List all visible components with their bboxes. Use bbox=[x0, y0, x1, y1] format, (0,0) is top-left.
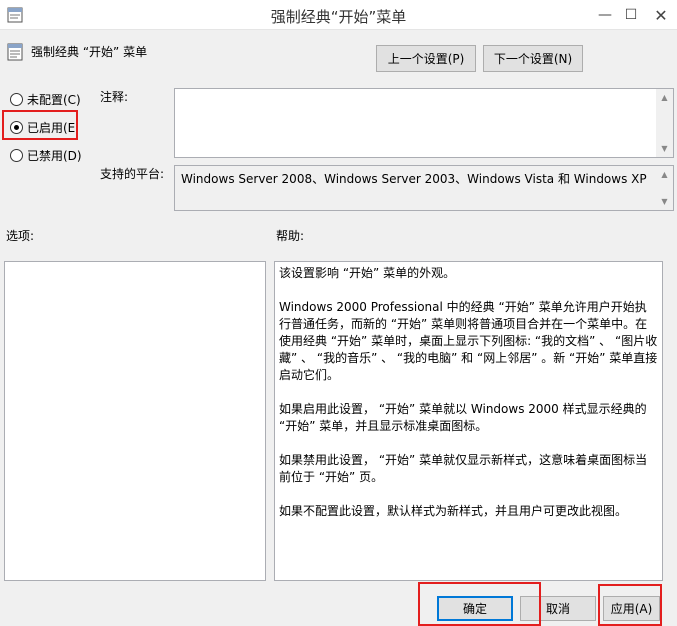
close-button[interactable]: ✕ bbox=[646, 0, 676, 30]
radio-label: 已禁用(D) bbox=[27, 149, 82, 163]
highlight-apply-button bbox=[598, 584, 662, 626]
help-label: 帮助: bbox=[276, 229, 305, 243]
comment-scrollbar[interactable]: ▲ ▼ bbox=[656, 89, 673, 157]
highlight-enabled-option bbox=[2, 110, 78, 140]
radio-circle[interactable] bbox=[10, 149, 23, 162]
platform-scrollbar[interactable]: ▲ ▼ bbox=[656, 166, 673, 210]
previous-setting-button[interactable]: 上一个设置(P) bbox=[376, 45, 476, 72]
help-paragraph: 如果启用此设置， “开始” 菜单就以 Windows 2000 样式显示经典的 … bbox=[279, 402, 647, 433]
radio-circle[interactable] bbox=[10, 93, 23, 106]
platform-value: Windows Server 2008、Windows Server 2003、… bbox=[181, 172, 647, 186]
scroll-down-icon[interactable]: ▼ bbox=[656, 193, 673, 210]
radio-not-configured[interactable]: 未配置(C) bbox=[10, 91, 81, 108]
window-title: 强制经典“开始”菜单 bbox=[270, 8, 407, 26]
scroll-up-icon[interactable]: ▲ bbox=[656, 89, 673, 106]
next-setting-button[interactable]: 下一个设置(N) bbox=[483, 45, 583, 72]
scroll-down-icon[interactable]: ▼ bbox=[656, 140, 673, 157]
radio-disabled[interactable]: 已禁用(D) bbox=[10, 147, 82, 164]
policy-icon bbox=[7, 43, 23, 61]
highlight-ok-button bbox=[418, 582, 541, 626]
title-bar: 强制经典“开始”菜单 — ☐ ✕ bbox=[0, 0, 677, 30]
help-paragraph: Windows 2000 Professional 中的经典 “开始” 菜单允许… bbox=[279, 300, 658, 382]
help-paragraph: 如果禁用此设置， “开始” 菜单就仅显示新样式，这意味着桌面图标当前位于 “开始… bbox=[279, 453, 648, 484]
comment-label: 注释: bbox=[100, 90, 129, 104]
comment-textarea[interactable]: ▲ ▼ bbox=[174, 88, 674, 158]
help-paragraph: 该设置影响 “开始” 菜单的外观。 bbox=[279, 266, 456, 280]
platform-label: 支持的平台: bbox=[100, 167, 165, 181]
platform-textbox: Windows Server 2008、Windows Server 2003、… bbox=[174, 165, 674, 211]
help-paragraph: 如果不配置此设置，默认样式为新样式，并且用户可更改此视图。 bbox=[279, 504, 628, 518]
options-label: 选项: bbox=[6, 229, 35, 243]
options-pane bbox=[4, 261, 266, 581]
help-pane: 该设置影响 “开始” 菜单的外观。 Windows 2000 Professio… bbox=[274, 261, 663, 581]
maximize-button[interactable]: ☐ bbox=[616, 0, 646, 30]
policy-name: 强制经典 “开始” 菜单 bbox=[31, 45, 148, 59]
scroll-up-icon[interactable]: ▲ bbox=[656, 166, 673, 183]
radio-label: 未配置(C) bbox=[27, 93, 81, 107]
